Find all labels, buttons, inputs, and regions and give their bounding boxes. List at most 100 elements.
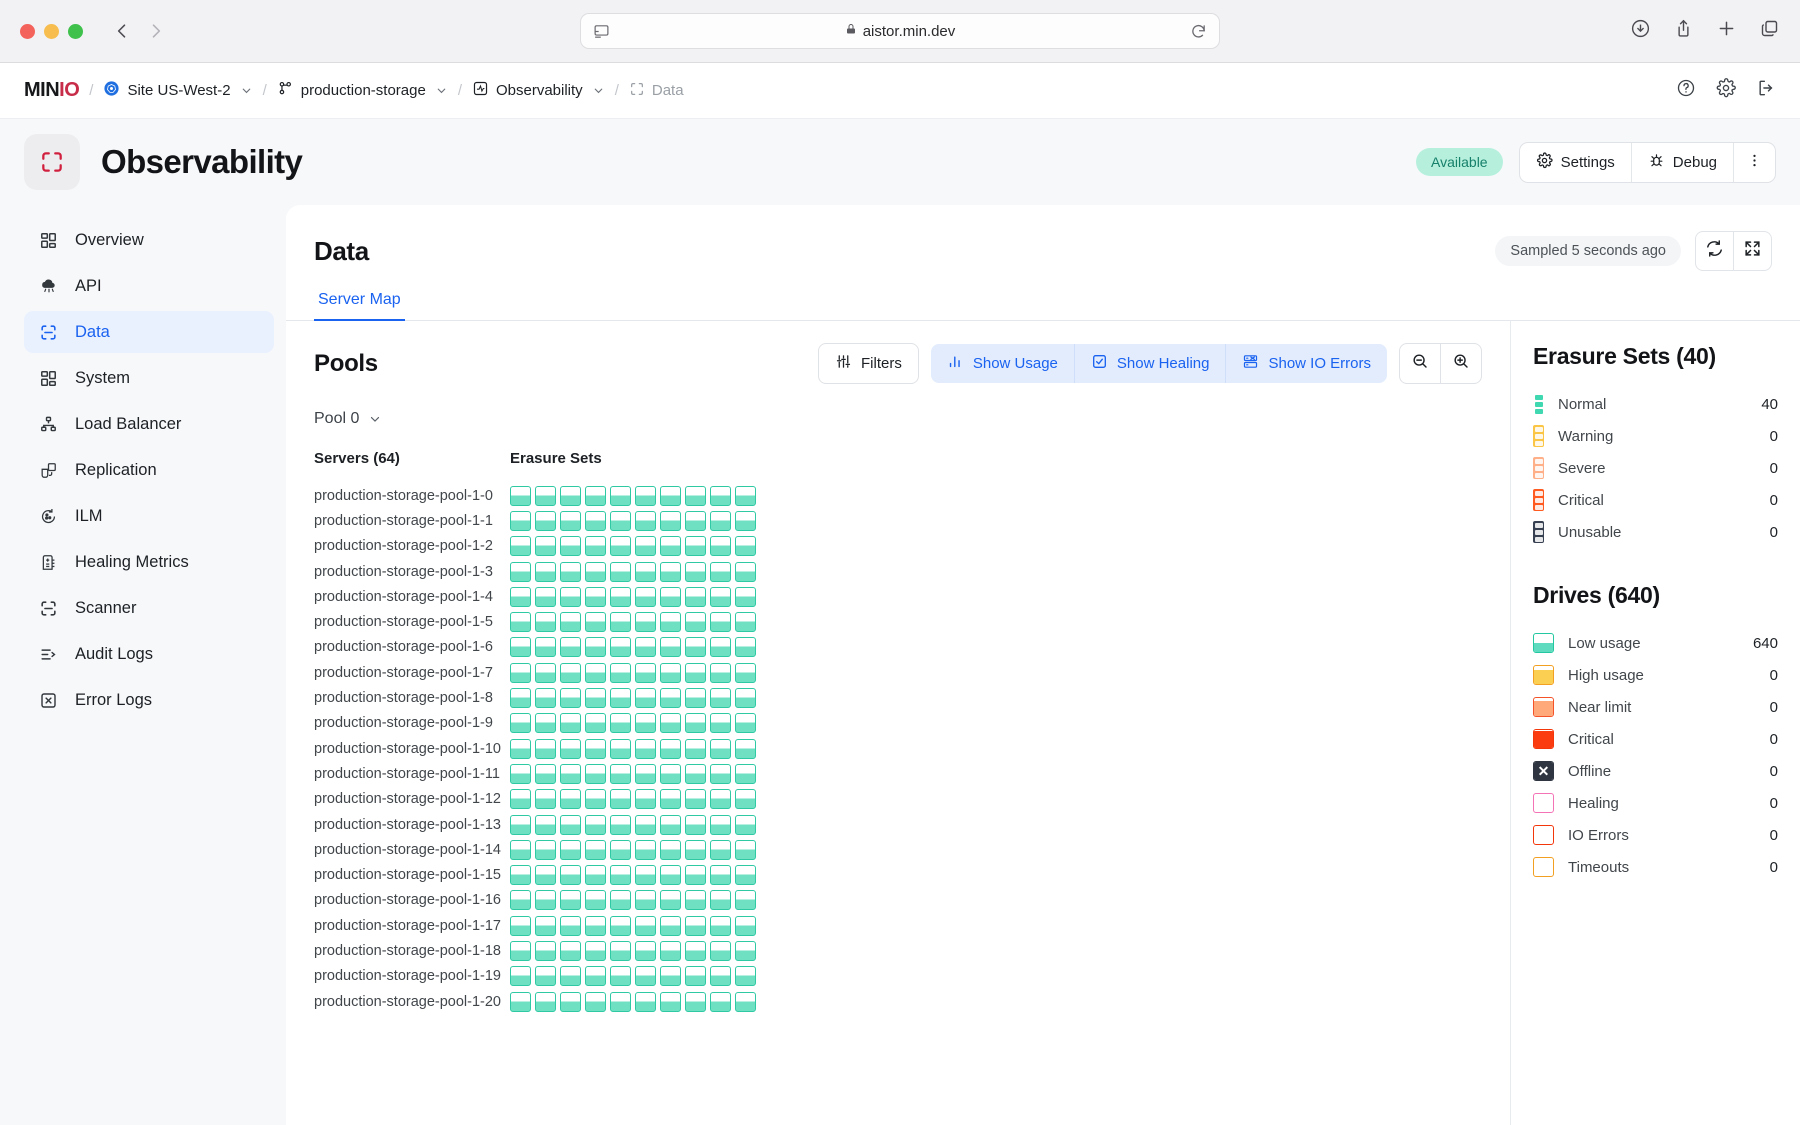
drive-cell[interactable]	[560, 865, 581, 886]
sidebar-item-replication[interactable]: Replication	[24, 449, 274, 491]
drive-cell[interactable]	[610, 865, 631, 886]
drive-cell[interactable]	[660, 688, 681, 709]
drive-cell[interactable]	[735, 991, 756, 1012]
drive-cell[interactable]	[735, 586, 756, 607]
sidebar-item-overview[interactable]: Overview	[24, 219, 274, 261]
drive-cell[interactable]	[710, 713, 731, 734]
drive-cell[interactable]	[710, 915, 731, 936]
breadcrumb-item-tenant[interactable]: production-storage	[277, 80, 448, 101]
drive-cell[interactable]	[585, 586, 606, 607]
drive-cell[interactable]	[560, 839, 581, 860]
drive-cell[interactable]	[735, 865, 756, 886]
sidebar-item-data[interactable]: Data	[24, 311, 274, 353]
debug-button[interactable]: Debug	[1632, 142, 1734, 182]
drive-cell[interactable]	[560, 510, 581, 531]
drive-cell[interactable]	[510, 839, 531, 860]
drive-cell[interactable]	[685, 940, 706, 961]
drive-cell[interactable]	[735, 839, 756, 860]
drive-cell[interactable]	[560, 966, 581, 987]
more-options-button[interactable]	[1734, 143, 1775, 182]
drive-cell[interactable]	[635, 814, 656, 835]
server-row[interactable]: production-storage-pool-1-13	[314, 812, 1482, 837]
drive-cell[interactable]	[610, 763, 631, 784]
server-row[interactable]: production-storage-pool-1-15	[314, 862, 1482, 887]
drive-cell[interactable]	[660, 890, 681, 911]
drive-cell[interactable]	[510, 561, 531, 582]
drive-cell[interactable]	[710, 890, 731, 911]
drive-cell[interactable]	[635, 890, 656, 911]
drive-cell[interactable]	[585, 612, 606, 633]
drive-cell[interactable]	[660, 561, 681, 582]
drive-cell[interactable]	[660, 510, 681, 531]
zoom-in-button[interactable]	[1441, 344, 1481, 383]
drive-cell[interactable]	[710, 738, 731, 759]
drive-cell[interactable]	[735, 637, 756, 658]
drive-cell[interactable]	[585, 865, 606, 886]
drive-cell[interactable]	[510, 789, 531, 810]
drive-cell[interactable]	[510, 536, 531, 557]
server-row[interactable]: production-storage-pool-1-8	[314, 685, 1482, 710]
drive-cell[interactable]	[735, 940, 756, 961]
breadcrumb-item-data[interactable]: Data	[629, 81, 684, 101]
drive-cell[interactable]	[610, 510, 631, 531]
drive-cell[interactable]	[535, 612, 556, 633]
drive-cell[interactable]	[735, 612, 756, 633]
share-icon[interactable]	[1673, 18, 1694, 44]
drive-cell[interactable]	[560, 738, 581, 759]
drive-cell[interactable]	[560, 991, 581, 1012]
drive-cell[interactable]	[660, 763, 681, 784]
server-row[interactable]: production-storage-pool-1-6	[314, 635, 1482, 660]
server-row[interactable]: production-storage-pool-1-7	[314, 660, 1482, 685]
back-button[interactable]	[105, 14, 139, 48]
drive-cell[interactable]	[535, 763, 556, 784]
server-row[interactable]: production-storage-pool-1-4	[314, 584, 1482, 609]
drive-cell[interactable]	[735, 814, 756, 835]
drive-cell[interactable]	[635, 738, 656, 759]
drive-cell[interactable]	[560, 561, 581, 582]
minimize-window-button[interactable]	[44, 23, 59, 39]
show-io-errors-toggle[interactable]: Show IO Errors	[1226, 344, 1387, 383]
drive-cell[interactable]	[535, 738, 556, 759]
drive-cell[interactable]	[635, 763, 656, 784]
window-traffic-lights[interactable]	[20, 23, 83, 39]
drive-cell[interactable]	[510, 688, 531, 709]
drive-cell[interactable]	[685, 890, 706, 911]
drive-cell[interactable]	[560, 940, 581, 961]
drive-cell[interactable]	[535, 713, 556, 734]
drive-cell[interactable]	[560, 915, 581, 936]
sidebar-item-load-balancer[interactable]: Load Balancer	[24, 403, 274, 445]
drive-cell[interactable]	[535, 561, 556, 582]
drive-cell[interactable]	[560, 586, 581, 607]
drive-cell[interactable]	[535, 637, 556, 658]
drive-cell[interactable]	[510, 991, 531, 1012]
drive-cell[interactable]	[710, 561, 731, 582]
drive-cell[interactable]	[710, 688, 731, 709]
chevron-down-icon[interactable]	[435, 84, 448, 97]
drive-cell[interactable]	[585, 789, 606, 810]
drive-cell[interactable]	[610, 966, 631, 987]
drive-cell[interactable]	[535, 536, 556, 557]
drive-cell[interactable]	[685, 713, 706, 734]
drive-cell[interactable]	[685, 485, 706, 506]
drive-cell[interactable]	[560, 536, 581, 557]
drive-cell[interactable]	[685, 637, 706, 658]
drive-cell[interactable]	[685, 789, 706, 810]
drive-cell[interactable]	[560, 637, 581, 658]
drive-cell[interactable]	[610, 940, 631, 961]
drive-cell[interactable]	[560, 612, 581, 633]
drive-cell[interactable]	[710, 637, 731, 658]
drive-cell[interactable]	[610, 890, 631, 911]
drive-cell[interactable]	[560, 763, 581, 784]
sidebar-toggle-icon[interactable]	[593, 23, 610, 40]
drive-cell[interactable]	[535, 688, 556, 709]
drive-cell[interactable]	[710, 814, 731, 835]
server-row[interactable]: production-storage-pool-1-9	[314, 711, 1482, 736]
drive-cell[interactable]	[585, 561, 606, 582]
drive-cell[interactable]	[735, 890, 756, 911]
drive-cell[interactable]	[635, 485, 656, 506]
drive-cell[interactable]	[510, 662, 531, 683]
drive-cell[interactable]	[610, 612, 631, 633]
sidebar-item-api[interactable]: API	[24, 265, 274, 307]
drive-cell[interactable]	[585, 510, 606, 531]
drive-cell[interactable]	[685, 839, 706, 860]
